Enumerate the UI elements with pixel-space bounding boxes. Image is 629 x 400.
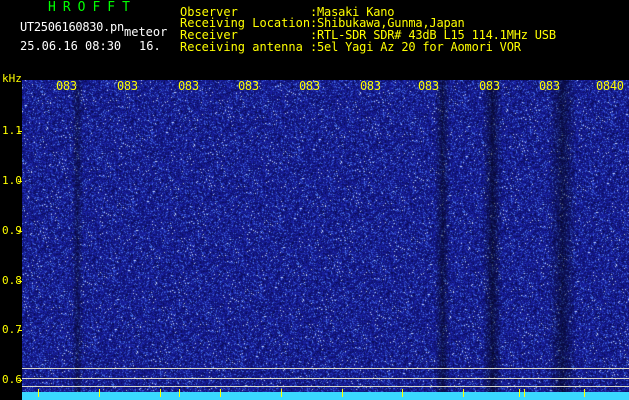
time-label: 083	[299, 80, 320, 93]
signal-baseline	[22, 392, 629, 400]
minute-tick	[179, 389, 180, 397]
minute-tick	[342, 389, 343, 397]
spectrogram-noise	[22, 80, 629, 400]
minute-tick	[38, 389, 39, 397]
minute-tick	[281, 389, 282, 397]
reference-line	[22, 386, 629, 387]
time-label: 083	[56, 80, 77, 93]
time-label: 083	[360, 80, 381, 93]
datetime-label: 25.06.16 08:30	[20, 39, 122, 53]
y-axis-unit-label: kHz	[2, 72, 22, 85]
minute-tick	[463, 389, 464, 397]
spectrogram-waterfall: 083 083 083 083 083 083 083 083 083 083 …	[22, 80, 629, 400]
time-label: 083	[117, 80, 138, 93]
hrofft-screen: HROFFT UT2506160830.pn meteor 25.06.16 0…	[0, 0, 629, 400]
minute-tick	[160, 389, 161, 397]
hrofft-logo: HROFFT	[48, 0, 137, 15]
filename-label: UT2506160830.pn	[20, 20, 124, 34]
time-label: 083	[418, 80, 439, 93]
antenna-label: Receiving antenna	[180, 40, 303, 54]
minute-tick	[519, 389, 520, 397]
time-label: 083	[238, 80, 259, 93]
reference-line	[22, 368, 629, 369]
reference-line	[22, 378, 629, 379]
time-label: 083	[479, 80, 500, 93]
frame-number: 16.	[139, 39, 161, 53]
time-label: 083	[178, 80, 199, 93]
antenna-value: :5el Yagi Az 20 for Aomori VOR	[310, 40, 521, 54]
minute-tick	[524, 389, 525, 397]
minute-tick	[220, 389, 221, 397]
minute-tick	[584, 389, 585, 397]
time-label: 0840	[596, 80, 624, 93]
time-label: 083	[539, 80, 560, 93]
minute-tick	[402, 389, 403, 397]
minute-tick	[99, 389, 100, 397]
meteor-label: meteor	[124, 25, 168, 39]
